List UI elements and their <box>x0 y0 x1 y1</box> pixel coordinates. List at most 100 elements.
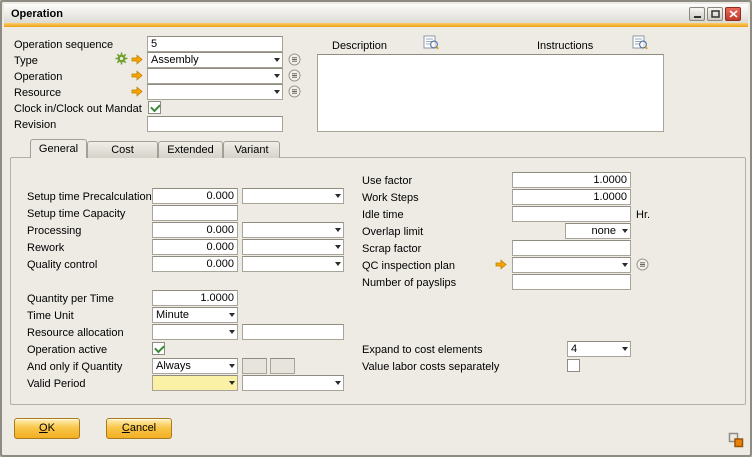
time-unit-value: Minute <box>153 308 226 322</box>
setup-capacity-time-input[interactable] <box>152 205 238 221</box>
resource-allocation-select[interactable] <box>152 324 238 340</box>
number-of-payslips-input[interactable] <box>512 274 631 290</box>
tab-extended[interactable]: Extended <box>158 141 223 158</box>
number-of-payslips-label: Number of payslips <box>362 276 456 290</box>
time-unit-label: Time Unit <box>27 309 74 323</box>
choose-from-list-icon[interactable] <box>288 69 301 82</box>
clock-mandatory-label: Clock in/Clock out Mandat <box>14 102 142 116</box>
operation-sequence-input[interactable] <box>147 36 283 52</box>
scrap-factor-input[interactable] <box>512 240 631 256</box>
operation-active-label: Operation active <box>27 343 107 357</box>
choose-from-list-icon[interactable] <box>636 258 649 271</box>
dropdown-arrow-icon[interactable] <box>619 258 630 272</box>
choose-from-list-icon[interactable] <box>288 85 301 98</box>
link-arrow-icon[interactable] <box>131 54 143 65</box>
operation-label: Operation <box>14 70 62 84</box>
work-steps-input[interactable] <box>512 189 631 205</box>
tab-cost[interactable]: Cost <box>87 141 158 158</box>
scrap-factor-label: Scrap factor <box>362 242 421 256</box>
preview-instructions-icon[interactable] <box>632 35 648 50</box>
type-select[interactable]: Assembly <box>147 52 283 68</box>
quality-control-label: Quality control <box>27 258 97 272</box>
description-label: Description <box>332 39 387 53</box>
rework-time-input[interactable] <box>152 239 238 255</box>
gear-icon[interactable] <box>115 52 128 65</box>
rework-cost-element-select[interactable] <box>242 239 344 255</box>
cost-element-value <box>243 257 332 271</box>
dropdown-arrow-icon[interactable] <box>271 53 282 67</box>
operation-select[interactable] <box>147 68 283 84</box>
maximize-button[interactable] <box>707 7 723 21</box>
setup-precalculation-cost-element-select[interactable] <box>242 188 344 204</box>
valid-period-extra-select[interactable] <box>242 375 344 391</box>
setup-precalculation-time-input[interactable] <box>152 188 238 204</box>
quality-control-cost-element-select[interactable] <box>242 256 344 272</box>
cost-element-value <box>243 240 332 254</box>
window-controls <box>689 7 741 21</box>
tab-general[interactable]: General <box>30 139 87 158</box>
dropdown-arrow-icon[interactable] <box>226 325 237 339</box>
resource-select[interactable] <box>147 84 283 100</box>
ok-button[interactable]: OK <box>14 418 80 439</box>
dropdown-arrow-icon[interactable] <box>226 376 237 390</box>
valid-period-extra-value <box>243 376 332 390</box>
resource-allocation-extra-input[interactable] <box>242 324 344 340</box>
valid-period-select[interactable] <box>152 375 238 391</box>
tab-variant[interactable]: Variant <box>223 141 280 158</box>
operation-active-checkbox[interactable] <box>152 342 165 355</box>
dropdown-arrow-icon[interactable] <box>271 69 282 83</box>
dropdown-arrow-icon[interactable] <box>271 85 282 99</box>
and-only-if-quantity-select[interactable]: Always <box>152 358 238 374</box>
and-only-if-quantity-label: And only if Quantity <box>27 360 122 374</box>
quantity-max-input <box>270 358 295 374</box>
revision-input[interactable] <box>147 116 283 132</box>
overlap-limit-label: Overlap limit <box>362 225 423 239</box>
operation-sequence-label: Operation sequence <box>14 38 113 52</box>
value-labor-costs-separately-label: Value labor costs separately <box>362 360 499 374</box>
quality-control-time-input[interactable] <box>152 256 238 272</box>
choose-from-list-icon[interactable] <box>288 53 301 66</box>
use-factor-input[interactable] <box>512 172 631 188</box>
quantity-per-time-input[interactable] <box>152 290 238 306</box>
close-button[interactable] <box>725 7 741 21</box>
dropdown-arrow-icon[interactable] <box>619 224 630 238</box>
revision-label: Revision <box>14 118 56 132</box>
dropdown-arrow-icon[interactable] <box>619 342 630 356</box>
cancel-button[interactable]: Cancel <box>106 418 172 439</box>
time-unit-select[interactable]: Minute <box>152 307 238 323</box>
processing-time-input[interactable] <box>152 222 238 238</box>
resize-grip-icon[interactable] <box>728 432 744 448</box>
idle-time-unit-label: Hr. <box>636 208 650 222</box>
dropdown-arrow-icon[interactable] <box>332 240 343 254</box>
titlebar: Operation <box>4 4 748 23</box>
dropdown-arrow-icon[interactable] <box>332 376 343 390</box>
quantity-min-input <box>242 358 267 374</box>
clock-mandatory-checkbox[interactable] <box>148 101 161 114</box>
instructions-label: Instructions <box>537 39 593 53</box>
dropdown-arrow-icon[interactable] <box>332 223 343 237</box>
dropdown-arrow-icon[interactable] <box>332 257 343 271</box>
processing-cost-element-select[interactable] <box>242 222 344 238</box>
expand-to-cost-elements-label: Expand to cost elements <box>362 343 482 357</box>
preview-description-icon[interactable] <box>423 35 439 50</box>
value-labor-costs-separately-checkbox[interactable] <box>567 359 580 372</box>
valid-period-value <box>153 376 226 390</box>
dropdown-arrow-icon[interactable] <box>226 359 237 373</box>
dropdown-arrow-icon[interactable] <box>226 308 237 322</box>
qc-inspection-plan-select[interactable] <box>512 257 631 273</box>
idle-time-input[interactable] <box>512 206 631 222</box>
expand-to-cost-elements-select[interactable]: 4 <box>567 341 631 357</box>
link-arrow-icon[interactable] <box>131 86 143 97</box>
operation-window: Operation Operation sequence Type Assemb… <box>0 0 752 457</box>
minimize-button[interactable] <box>689 7 705 21</box>
qc-inspection-plan-value <box>513 258 619 272</box>
overlap-limit-select[interactable]: none <box>565 223 631 239</box>
valid-period-label: Valid Period <box>27 377 86 391</box>
resource-value <box>148 85 271 99</box>
quantity-per-time-label: Quantity per Time <box>27 292 114 306</box>
close-icon <box>729 10 738 18</box>
dropdown-arrow-icon[interactable] <box>332 189 343 203</box>
link-arrow-icon[interactable] <box>131 70 143 81</box>
link-arrow-icon[interactable] <box>495 259 507 270</box>
description-textarea[interactable] <box>317 54 664 132</box>
